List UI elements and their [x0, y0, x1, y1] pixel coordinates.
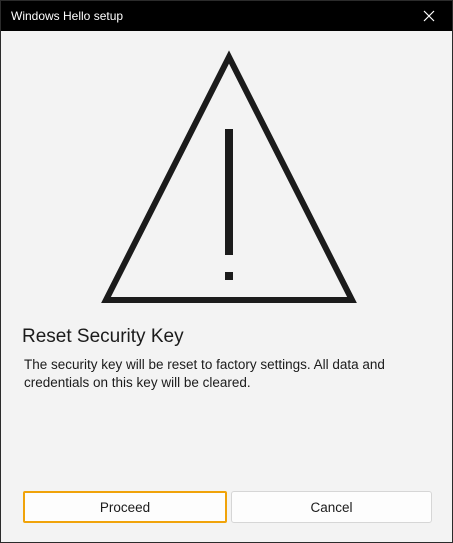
- proceed-button[interactable]: Proceed: [23, 491, 227, 523]
- dialog-heading: Reset Security Key: [22, 326, 184, 347]
- cancel-button[interactable]: Cancel: [231, 491, 432, 523]
- dialog-window: Windows Hello setup Reset Security Key T…: [0, 0, 453, 543]
- dialog-message: The security key will be reset to factor…: [24, 357, 385, 390]
- close-icon: [423, 10, 435, 22]
- warning-triangle-icon: [101, 50, 357, 303]
- dialog-content: Reset Security Key The security key will…: [1, 31, 452, 543]
- title-bar[interactable]: Windows Hello setup: [1, 1, 452, 31]
- close-button[interactable]: [406, 1, 452, 31]
- window-title: Windows Hello setup: [11, 9, 124, 23]
